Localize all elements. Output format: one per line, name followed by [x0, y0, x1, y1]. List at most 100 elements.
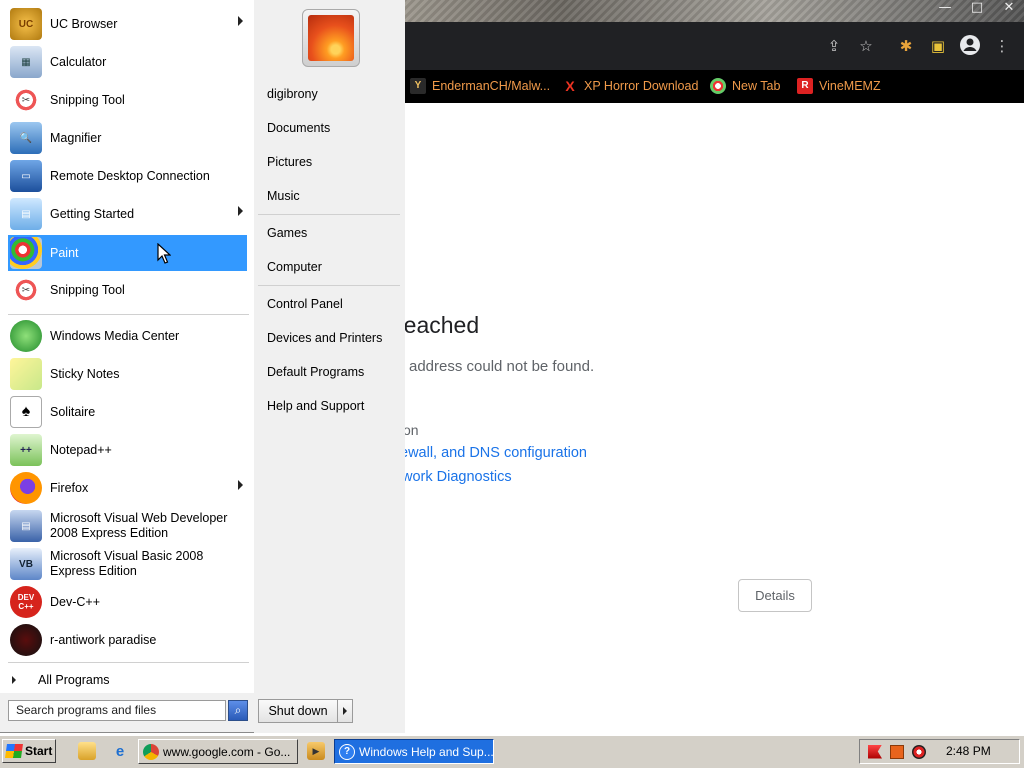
- speaker-icon[interactable]: [912, 744, 926, 759]
- divider: [258, 214, 400, 215]
- place-default-programs[interactable]: Default Programs: [267, 365, 364, 379]
- taskbar-button-label: www.google.com - Go...: [163, 744, 291, 759]
- divider: [8, 314, 249, 315]
- notepad-plus-plus-icon: ++: [10, 434, 42, 466]
- program-snipping-tool[interactable]: ✂ Snipping Tool: [8, 82, 247, 118]
- taskbar-button-chrome[interactable]: www.google.com - Go...: [138, 739, 298, 764]
- program-label: Dev-C++: [50, 594, 101, 609]
- program-firefox[interactable]: Firefox: [8, 470, 247, 506]
- magnifier-icon: 🔍: [10, 122, 42, 154]
- divider: [8, 662, 249, 663]
- search-input[interactable]: Search programs and files: [8, 700, 226, 721]
- system-tray: [859, 739, 1020, 764]
- share-icon[interactable]: ⇪: [822, 34, 846, 58]
- taskbar-button-help[interactable]: ? Windows Help and Sup...: [334, 739, 494, 764]
- program-snipping-tool-2[interactable]: ✂ Snipping Tool: [8, 272, 247, 308]
- program-label: UC Browser: [50, 16, 118, 31]
- menu-icon[interactable]: ⋮: [990, 34, 1014, 58]
- close-button[interactable]: ✕: [1000, 0, 1018, 16]
- program-paint[interactable]: Paint: [8, 235, 247, 271]
- extensions-icon[interactable]: ✱: [894, 34, 918, 58]
- internet-explorer-icon[interactable]: e: [111, 742, 129, 760]
- program-label: Snipping Tool: [50, 92, 125, 107]
- program-label: Solitaire: [50, 404, 96, 419]
- programs-pane: UC UC Browser ▦ Calculator ✂ Snipping To…: [0, 0, 254, 693]
- program-solitaire[interactable]: ♠ Solitaire: [8, 394, 247, 430]
- user-picture[interactable]: [302, 9, 360, 67]
- clock[interactable]: 2:48 PM: [946, 744, 991, 758]
- program-remote-desktop[interactable]: ▭ Remote Desktop Connection: [8, 158, 247, 194]
- bookmark-xp-horror[interactable]: X XP Horror Download: [562, 76, 698, 96]
- place-devices-printers[interactable]: Devices and Printers: [267, 331, 382, 345]
- maximize-button[interactable]: □: [968, 0, 986, 16]
- app-tray-icon[interactable]: [890, 744, 904, 759]
- sidebar-icon[interactable]: ▣: [926, 34, 950, 58]
- program-r-antiwork[interactable]: r-antiwork paradise: [8, 622, 247, 658]
- program-magnifier[interactable]: 🔍 Magnifier: [8, 120, 247, 156]
- x-icon: X: [565, 78, 575, 94]
- start-button[interactable]: Start: [2, 739, 56, 763]
- place-documents[interactable]: Documents: [267, 121, 330, 135]
- visual-web-developer-icon: ▤: [10, 510, 42, 542]
- place-pictures[interactable]: Pictures: [267, 155, 312, 169]
- start-label: Start: [25, 744, 53, 758]
- profile-icon[interactable]: [958, 34, 982, 58]
- program-label: Notepad++: [50, 442, 112, 457]
- program-windows-media-center[interactable]: Windows Media Center: [8, 318, 247, 354]
- program-uc-browser[interactable]: UC UC Browser: [8, 6, 247, 42]
- folder-icon[interactable]: [78, 742, 96, 760]
- flower-picture-icon: [308, 15, 354, 61]
- remote-desktop-icon: ▭: [10, 160, 42, 192]
- bookmark-vinememz[interactable]: R VineMEMZ: [797, 76, 881, 96]
- submenu-arrow-icon[interactable]: [238, 16, 243, 26]
- getting-started-icon: ▤: [10, 198, 42, 230]
- chrome-icon: [143, 743, 159, 760]
- program-label: Firefox: [50, 480, 89, 495]
- program-visual-basic[interactable]: VB Microsoft Visual Basic 2008 Express E…: [8, 546, 247, 582]
- place-user-folder[interactable]: digibrony: [267, 87, 318, 101]
- program-sticky-notes[interactable]: Sticky Notes: [8, 356, 247, 392]
- divider: [258, 285, 400, 286]
- place-control-panel[interactable]: Control Panel: [267, 297, 343, 311]
- details-button[interactable]: Details: [738, 579, 812, 612]
- program-visual-web-developer[interactable]: ▤ Microsoft Visual Web Developer 2008 Ex…: [8, 508, 247, 544]
- bookmark-label: New Tab: [732, 79, 781, 93]
- all-programs-label: All Programs: [38, 673, 110, 687]
- arrow-right-icon: [12, 676, 16, 684]
- program-getting-started[interactable]: ▤ Getting Started: [8, 196, 247, 232]
- uc-browser-icon: UC: [10, 8, 42, 40]
- minimize-button[interactable]: —: [936, 0, 954, 16]
- submenu-arrow-icon[interactable]: [238, 206, 243, 216]
- program-calculator[interactable]: ▦ Calculator: [8, 44, 247, 80]
- firewall-link[interactable]: ewall, and DNS configuration: [400, 445, 587, 461]
- place-computer[interactable]: Computer: [267, 260, 322, 274]
- snipping-tool-icon: ✂: [10, 84, 42, 116]
- program-dev-cpp[interactable]: DEV C++ Dev-C++: [8, 584, 247, 620]
- program-label: Paint: [50, 245, 79, 260]
- program-label: Calculator: [50, 54, 107, 69]
- place-music[interactable]: Music: [267, 189, 300, 203]
- search-icon[interactable]: ⌕: [228, 700, 248, 721]
- star-icon[interactable]: ☆: [854, 34, 878, 58]
- yp-icon: Y: [410, 78, 426, 94]
- all-programs-button[interactable]: All Programs: [8, 669, 247, 691]
- paint-palette-icon: [10, 237, 42, 269]
- media-player-icon[interactable]: ▶: [307, 742, 325, 760]
- bookmark-endermanch[interactable]: Y EndermanCH/Malw...: [410, 76, 550, 96]
- shutdown-options-button[interactable]: [337, 699, 353, 723]
- program-label: Magnifier: [50, 130, 102, 145]
- submenu-arrow-icon[interactable]: [238, 480, 243, 490]
- solitaire-icon: ♠: [10, 396, 42, 428]
- place-help-support[interactable]: Help and Support: [267, 399, 364, 413]
- shutdown-button[interactable]: Shut down: [258, 699, 338, 723]
- place-games[interactable]: Games: [267, 226, 307, 240]
- bookmark-new-tab[interactable]: ● New Tab: [710, 76, 780, 96]
- error-title: reached: [396, 312, 480, 338]
- bookmark-label: VineMEMZ: [819, 79, 881, 93]
- diagnostics-link[interactable]: work Diagnostics: [402, 469, 512, 485]
- action-center-flag-icon[interactable]: [868, 744, 882, 759]
- dev-cpp-icon: DEV C++: [10, 586, 42, 618]
- help-icon: ?: [339, 743, 355, 760]
- program-notepad-plus-plus[interactable]: ++ Notepad++: [8, 432, 247, 468]
- snipping-tool-icon: ✂: [10, 274, 42, 306]
